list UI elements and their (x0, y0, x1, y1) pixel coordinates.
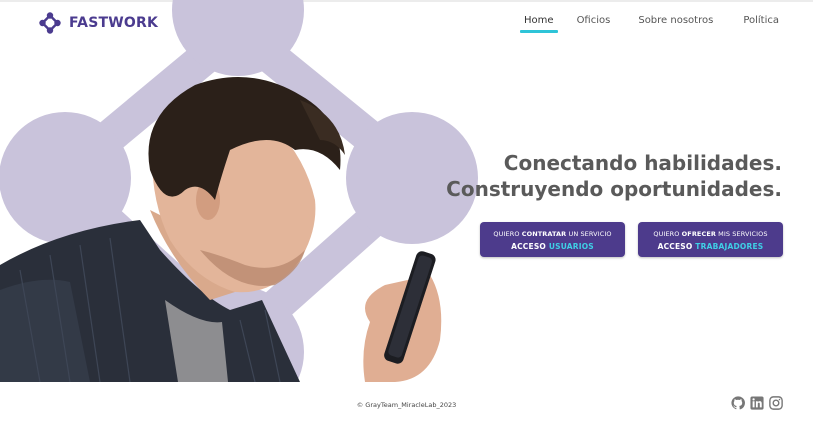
instagram-icon[interactable] (769, 396, 783, 410)
nav-item-oficios[interactable]: Oficios (577, 15, 611, 32)
cta-workers-pre: QUIERO (653, 230, 682, 238)
nav-item-sobre-nosotros[interactable]: Sobre nosotros (638, 15, 713, 32)
linkedin-icon[interactable] (750, 396, 764, 410)
nav-item-politica[interactable]: Política (743, 15, 779, 32)
github-icon[interactable] (731, 396, 745, 410)
access-workers-button[interactable]: QUIERO OFRECER MIS SERVICIOS ACCESO TRAB… (638, 222, 783, 257)
cta-users-access: ACCESO (511, 242, 549, 251)
cta-workers-target: TRABAJADORES (695, 242, 764, 251)
hero-person-image (0, 60, 470, 383)
brand-name: FASTWORK (69, 15, 158, 31)
cta-users-post: UN SERVICIO (566, 230, 612, 238)
cta-users-bold: CONTRATAR (521, 230, 567, 238)
main-nav: Home Oficios Sobre nosotros Política (520, 15, 779, 33)
footer-copyright: © GrayTeam_MiracleLab_2023 (356, 401, 457, 409)
cta-users-target: USUARIOS (548, 242, 594, 251)
hero-title-line-2: Construyendo oportunidades. (446, 177, 782, 201)
cta-workers-access: ACCESO (657, 242, 696, 251)
access-users-label: ACCESO USUARIOS (480, 242, 625, 251)
social-links (731, 396, 783, 410)
access-users-subtitle: QUIERO CONTRATAR UN SERVICIO (480, 230, 625, 238)
cta-users-pre: QUIERO (493, 230, 522, 238)
cta-workers-bold: OFRECER (681, 230, 716, 238)
brand-logo[interactable]: FASTWORK (39, 12, 158, 34)
hero-title: Conectando habilidades. Construyendo opo… (446, 150, 782, 202)
fastwork-logo-icon (39, 12, 61, 34)
access-workers-subtitle: QUIERO OFRECER MIS SERVICIOS (638, 230, 783, 238)
hero-title-line-1: Conectando habilidades. (503, 151, 782, 175)
nav-item-home[interactable]: Home (520, 15, 558, 33)
access-workers-label: ACCESO TRABAJADORES (638, 242, 783, 251)
cta-workers-post: MIS SERVICIOS (715, 230, 768, 238)
access-users-button[interactable]: QUIERO CONTRATAR UN SERVICIO ACCESO USUA… (480, 222, 625, 257)
